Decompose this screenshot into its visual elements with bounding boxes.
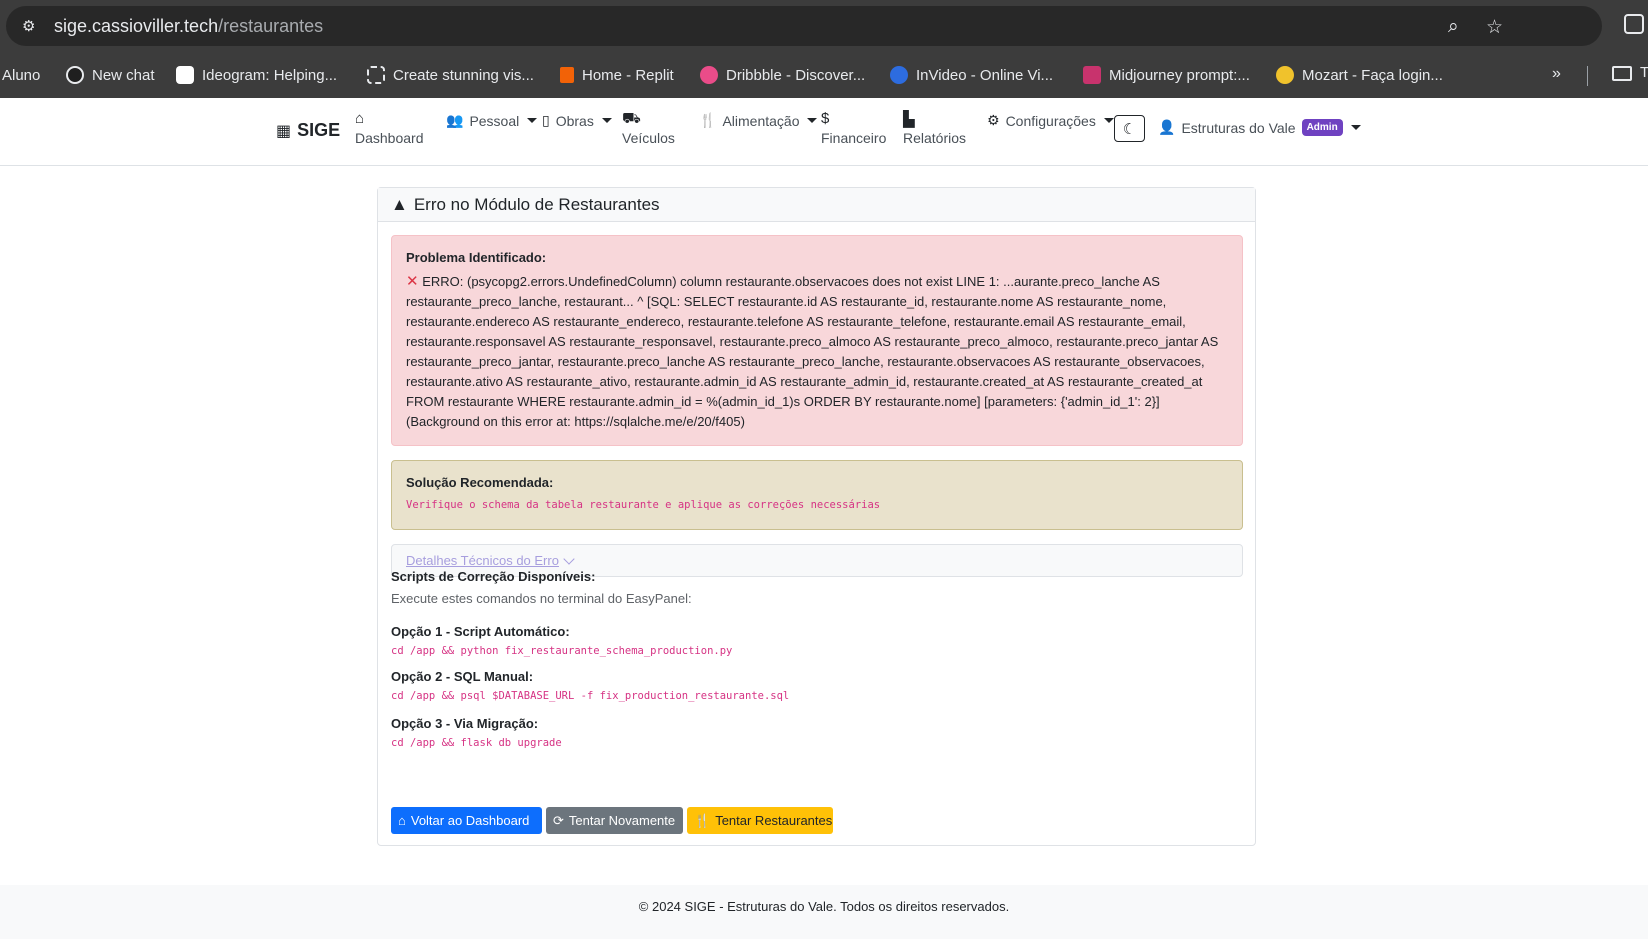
zoom-icon[interactable]: ⌕ <box>1448 16 1459 38</box>
nav-veiculos[interactable]: ⛟ Veículos <box>622 110 675 146</box>
home-icon: ⌂ <box>355 110 365 127</box>
bookmark-replit[interactable]: Home - Replit <box>560 64 674 86</box>
bookmark-new-chat[interactable]: New chat <box>66 64 155 86</box>
bookmark-create-stunning[interactable]: Create stunning vis... <box>367 64 534 86</box>
caret-down-icon <box>1350 125 1361 130</box>
option3-title: Opção 3 - Via Migração: <box>391 716 539 731</box>
extensions-icon[interactable] <box>1624 14 1644 34</box>
users-icon: 👥 <box>446 112 464 128</box>
utensils-icon: 🍴 <box>699 112 717 128</box>
address-bar[interactable]: ⚙ sige.cassioviller.tech/restaurantes ⌕ … <box>6 6 1602 46</box>
dollar-icon: $ <box>821 110 830 127</box>
option1-title: Opção 1 - Script Automático: <box>391 624 570 639</box>
admin-badge: Admin <box>1301 119 1343 136</box>
frame-icon <box>367 66 385 84</box>
more-bookmarks-icon[interactable]: » <box>1552 65 1561 83</box>
brand-link[interactable]: ▦ SIGE <box>276 120 340 141</box>
nav-relatorios[interactable]: ▙ Relatórios <box>903 110 966 146</box>
solution-text: Verifique o schema da tabela restaurante… <box>406 499 881 511</box>
user-icon: 👤 <box>1158 119 1176 135</box>
try-restaurants-button[interactable]: 🍴 Tentar Restaurantes <box>687 807 833 834</box>
bookmark-star-icon[interactable]: ☆ <box>1486 16 1503 39</box>
caret-down-icon <box>527 118 538 123</box>
bookmark-mozart[interactable]: Mozart - Faça login... <box>1276 64 1443 86</box>
building-icon: ▯ <box>542 112 550 128</box>
openai-icon <box>66 66 84 84</box>
theme-toggle-button[interactable]: ☾ <box>1114 115 1145 142</box>
bookmarks-divider <box>1587 66 1588 86</box>
scripts-subtitle: Execute estes comandos no terminal do Ea… <box>391 591 692 606</box>
bookmark-ideogram[interactable]: Ideogram: Helping... <box>176 64 337 86</box>
x-mark-icon: ✕ <box>406 273 419 290</box>
footer-text: © 2024 SIGE - Estruturas do Vale. Todos … <box>638 898 1010 914</box>
problem-text: ✕ ERRO: (psycopg2.errors.UndefinedColumn… <box>406 273 1219 429</box>
nav-obras-dropdown[interactable]: ▯ Obras <box>542 112 612 129</box>
bookmark-dribbble[interactable]: Dribbble - Discover... <box>700 64 865 86</box>
folder-icon[interactable] <box>1612 66 1632 81</box>
nav-pessoal-dropdown[interactable]: 👥 Pessoal <box>446 112 538 129</box>
card-header: ▲ Erro no Módulo de Restaurantes <box>378 188 1255 222</box>
nav-dashboard[interactable]: ⌂ Dashboard <box>355 110 424 146</box>
home-icon: ⌂ <box>398 813 406 828</box>
ideogram-icon <box>176 66 194 84</box>
bookmark-folder-label[interactable]: T <box>1640 64 1648 81</box>
page-footer: © 2024 SIGE - Estruturas do Vale. Todos … <box>0 885 1648 939</box>
midjourney-icon <box>1083 66 1101 84</box>
error-card: ▲ Erro no Módulo de Restaurantes Problem… <box>377 187 1256 846</box>
problem-title: Problema Identificado: <box>406 250 547 265</box>
refresh-icon: ⟳ <box>553 812 564 828</box>
bookmark-aluno[interactable]: Aluno <box>2 64 40 86</box>
app-navbar: ▦ SIGE ⌂ Dashboard 👥 Pessoal ▯ Obras ⛟ V… <box>0 98 1648 166</box>
invideo-icon <box>890 66 908 84</box>
site-info-icon[interactable]: ⚙ <box>22 17 42 35</box>
option3-code: cd /app && flask db upgrade <box>391 737 562 749</box>
replit-icon <box>560 67 574 83</box>
truck-icon: ⛟ <box>622 110 641 127</box>
caret-down-icon <box>601 118 612 123</box>
retry-button[interactable]: ⟳ Tentar Novamente <box>546 807 683 834</box>
moon-icon: ☾ <box>1122 120 1137 138</box>
browser-toolbar: ⚙ sige.cassioviller.tech/restaurantes ⌕ … <box>0 0 1648 52</box>
solution-title: Solução Recomendada: <box>406 475 554 490</box>
caret-down-icon <box>807 118 818 123</box>
option1-code: cd /app && python fix_restaurante_schema… <box>391 645 733 657</box>
url-text[interactable]: sige.cassioviller.tech/restaurantes <box>54 16 323 37</box>
details-toggle-link[interactable]: Detalhes Técnicos do Erro <box>406 552 1228 568</box>
utensils-icon: 🍴 <box>694 812 711 828</box>
back-to-dashboard-button[interactable]: ⌂ Voltar ao Dashboard <box>391 807 542 834</box>
warning-triangle-icon: ▲ <box>391 194 408 214</box>
gear-icon: ⚙ <box>987 112 1000 128</box>
option2-title: Opção 2 - SQL Manual: <box>391 669 534 684</box>
user-menu-dropdown[interactable]: 👤 Estruturas do Vale Admin <box>1158 119 1361 136</box>
card-title: Erro no Módulo de Restaurantes <box>413 194 660 214</box>
building-icon: ▦ <box>276 122 292 140</box>
bookmark-midjourney[interactable]: Midjourney prompt:... <box>1083 64 1250 86</box>
problem-alert: Problema Identificado: ✕ ERRO: (psycopg2… <box>391 235 1243 446</box>
option2-code: cd /app && psql $DATABASE_URL -f fix_pro… <box>391 690 790 702</box>
chart-icon: ▙ <box>903 111 915 128</box>
bookmark-invideo[interactable]: InVideo - Online Vi... <box>890 64 1053 86</box>
mozart-icon <box>1276 66 1294 84</box>
caret-down-icon <box>1103 118 1114 123</box>
nav-configuracoes-dropdown[interactable]: ⚙ Configurações <box>987 112 1114 129</box>
nav-alimentacao-dropdown[interactable]: 🍴 Alimentação <box>699 112 818 129</box>
solution-alert: Solução Recomendada: Verifique o schema … <box>391 460 1243 530</box>
scripts-title: Scripts de Correção Disponíveis: <box>391 569 596 584</box>
bookmarks-bar: Aluno New chat Ideogram: Helping... Crea… <box>0 52 1648 98</box>
chevron-down-icon <box>563 552 575 565</box>
nav-financeiro[interactable]: $ Financeiro <box>821 110 886 146</box>
dribbble-icon <box>700 66 718 84</box>
